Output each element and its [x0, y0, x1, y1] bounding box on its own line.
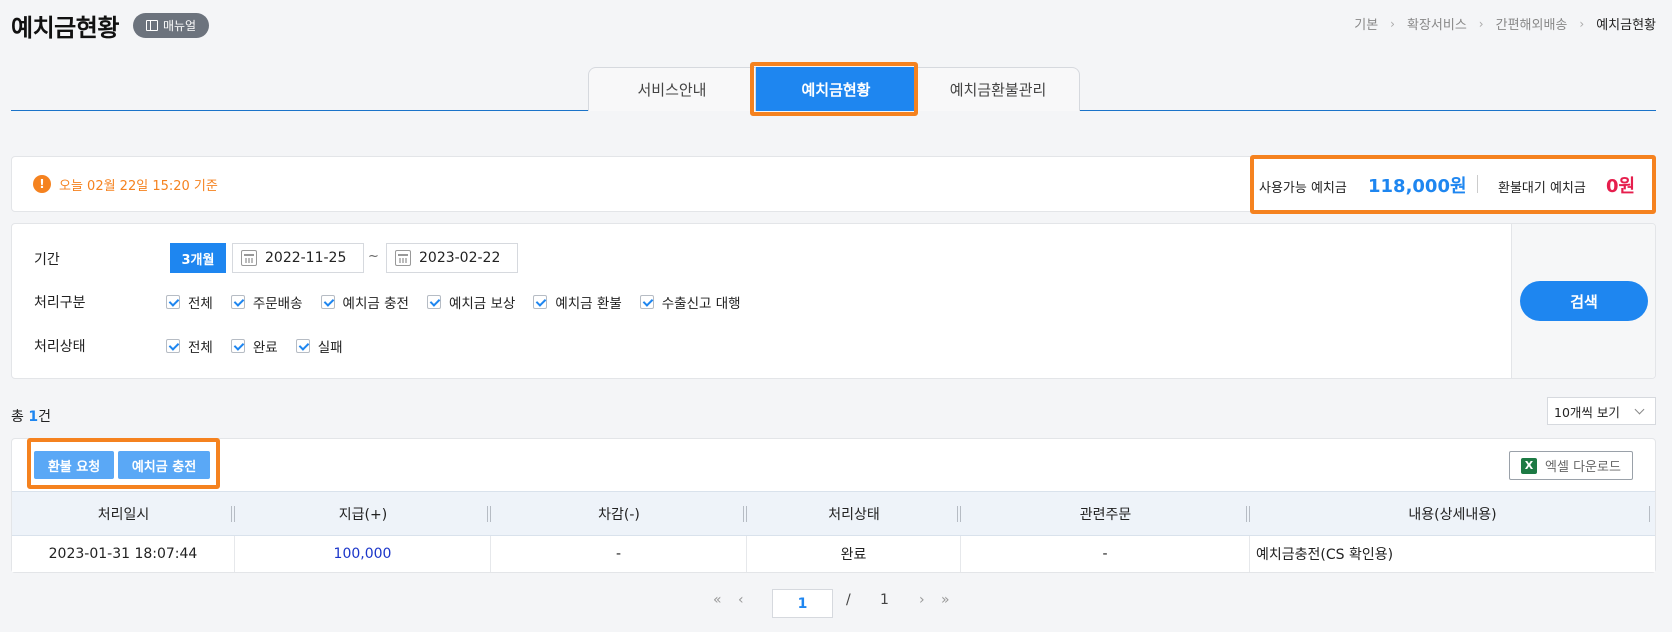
checkbox-label: 완료 — [252, 340, 278, 356]
status-checkbox-complete[interactable]: 완료 — [230, 336, 278, 356]
type-checkbox-refund[interactable]: 예치금 환불 — [533, 292, 622, 312]
column-header[interactable]: 차감(-) — [491, 492, 747, 535]
type-label: 처리구분 — [34, 295, 86, 311]
breadcrumb-item[interactable]: 기본 — [1354, 14, 1378, 33]
highlight-box-tab — [750, 62, 918, 116]
date-to-input[interactable]: 2023-02-22 — [386, 243, 518, 273]
type-checkbox-all[interactable]: 전체 — [166, 292, 213, 312]
type-checkbox-export-declaration[interactable]: 수출신고 대행 — [639, 292, 741, 312]
type-checkbox-charge[interactable]: 예치금 충전 — [320, 292, 409, 312]
type-checkbox-group: 전체 주문배송 예치금 충전 예치금 보상 예치금 환불 수출신고 대행 — [166, 292, 759, 312]
total-count-value: 1 — [28, 409, 39, 425]
per-page-value: 10개씩 보기 — [1554, 404, 1620, 420]
per-page-select[interactable]: 10개씩 보기 — [1547, 397, 1656, 425]
checkbox[interactable] — [230, 295, 245, 309]
cell-credit: 100,000 — [235, 536, 491, 572]
first-page-icon[interactable]: « — [713, 592, 722, 608]
chevron-down-icon — [1634, 404, 1645, 415]
excel-download-button[interactable]: X 엑셀 다운로드 — [1509, 451, 1633, 480]
type-checkbox-compensation[interactable]: 예치금 보상 — [426, 292, 516, 312]
checkbox[interactable] — [639, 295, 654, 309]
total-prefix: 총 — [11, 409, 29, 425]
page-input[interactable]: 1 — [772, 589, 833, 618]
calendar-icon[interactable] — [241, 250, 257, 266]
total-pages: 1 — [880, 592, 889, 608]
checkbox[interactable] — [533, 295, 548, 309]
column-header[interactable]: 처리상태 — [747, 492, 961, 535]
cell-datetime: 2023-01-31 18:07:44 — [12, 536, 235, 572]
date-to-value: 2023-02-22 — [419, 250, 501, 266]
column-header[interactable]: 처리일시 — [12, 492, 235, 535]
excel-icon: X — [1521, 457, 1538, 474]
page-title: 예치금현황 — [11, 14, 119, 42]
alert-icon: ! — [33, 175, 51, 193]
checkbox[interactable] — [320, 295, 335, 309]
chevron-right-icon: › — [1390, 16, 1395, 31]
cell-related-order: - — [961, 536, 1250, 572]
checkbox-label: 예치금 환불 — [555, 296, 622, 312]
breadcrumb-item[interactable]: 간편해외배송 — [1496, 14, 1568, 33]
notice-text: 오늘 02월 22일 15:20 기준 — [59, 179, 218, 194]
checkbox-label: 수출신고 대행 — [661, 296, 741, 312]
total-suffix: 건 — [38, 409, 51, 425]
chevron-right-icon: › — [1478, 16, 1484, 31]
tab-service-info[interactable]: 서비스안내 — [588, 67, 756, 111]
column-header[interactable]: 관련주문 — [961, 492, 1250, 535]
page-separator: / — [846, 592, 851, 608]
three-months-button[interactable]: 3개월 — [170, 243, 226, 273]
column-header[interactable]: 지급(+) — [235, 492, 491, 535]
cell-description: 예치금충전(CS 확인용) — [1256, 547, 1394, 563]
prev-page-icon[interactable]: ‹ — [738, 592, 744, 608]
status-checkbox-failed[interactable]: 실패 — [295, 336, 343, 356]
date-tilde: ~ — [368, 249, 379, 264]
breadcrumb: 기본 › 확장서비스 › 간편해외배송 › 예치금현황 — [1354, 14, 1656, 34]
period-label: 기간 — [34, 252, 60, 268]
checkbox[interactable] — [166, 295, 180, 309]
column-header[interactable]: 내용(상세내용) — [1250, 492, 1655, 535]
breadcrumb-item[interactable]: 확장서비스 — [1407, 14, 1467, 33]
chevron-right-icon: › — [1579, 16, 1585, 31]
highlight-box-actions — [27, 438, 220, 489]
table-header: 처리일시 지급(+) 차감(-) 처리상태 관련주문 내용(상세내용) — [12, 491, 1655, 536]
checkbox[interactable] — [295, 339, 310, 353]
date-from-value: 2022-11-25 — [265, 250, 347, 266]
checkbox[interactable] — [426, 295, 441, 309]
total-count: 총 1건 — [11, 406, 51, 426]
next-page-icon[interactable]: › — [919, 592, 925, 608]
cell-status: 완료 — [747, 536, 961, 572]
last-page-icon[interactable]: » — [941, 592, 950, 608]
checkbox-label: 예치금 충전 — [342, 296, 409, 312]
tab-deposit-refund[interactable]: 예치금환불관리 — [916, 67, 1080, 111]
checkbox-label: 실패 — [317, 340, 343, 356]
highlight-box-balance — [1250, 155, 1656, 214]
excel-download-label: 엑셀 다운로드 — [1545, 460, 1621, 475]
search-button[interactable]: 검색 — [1520, 281, 1648, 321]
cell-debit: - — [491, 536, 747, 572]
breadcrumb-current: 예치금현황 — [1596, 18, 1656, 33]
checkbox-label: 주문배송 — [252, 296, 303, 312]
manual-label: 매뉴얼 — [162, 19, 197, 33]
status-checkbox-group: 전체 완료 실패 — [166, 336, 361, 356]
status-label: 처리상태 — [34, 339, 86, 355]
manual-button[interactable]: 매뉴얼 — [133, 13, 209, 38]
type-checkbox-order-shipping[interactable]: 주문배송 — [230, 292, 303, 312]
status-checkbox-all[interactable]: 전체 — [166, 336, 213, 356]
checkbox[interactable] — [230, 339, 245, 353]
table-row: 2023-01-31 18:07:44 100,000 - 완료 - 예치금충전… — [12, 536, 1655, 572]
checkbox-label: 예치금 보상 — [448, 296, 516, 312]
calendar-icon[interactable] — [395, 250, 411, 266]
book-icon — [145, 20, 158, 31]
checkbox-label: 전체 — [188, 340, 213, 356]
checkbox-label: 전체 — [188, 296, 213, 312]
date-from-input[interactable]: 2022-11-25 — [232, 243, 364, 273]
checkbox[interactable] — [166, 339, 180, 353]
